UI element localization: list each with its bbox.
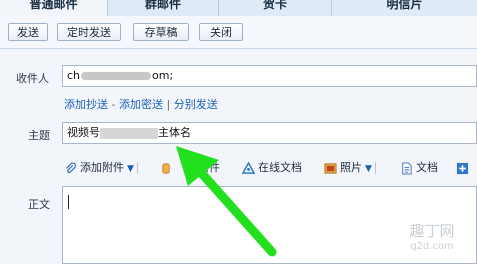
photo-label: 照片 bbox=[340, 161, 362, 174]
toolbar-divider bbox=[136, 162, 138, 174]
chevron-down-icon[interactable]: ▼ bbox=[365, 161, 372, 177]
tab-postcard[interactable]: 明信片 bbox=[332, 0, 477, 16]
plus-icon bbox=[456, 162, 469, 174]
subject-label: 主题 bbox=[28, 129, 50, 142]
subject-field[interactable]: 视频号 主体名 bbox=[62, 122, 477, 144]
tab-greeting-card[interactable]: 贺卡 bbox=[219, 0, 332, 16]
more-tool-button[interactable] bbox=[456, 160, 472, 176]
large-attachment-icon bbox=[162, 162, 170, 174]
photo-icon bbox=[324, 162, 337, 174]
scheduled-send-button[interactable]: 定时发送 bbox=[57, 23, 121, 41]
recipient-value-end: om; bbox=[152, 69, 174, 82]
recipient-label: 收件人 bbox=[16, 72, 49, 85]
recipient-field[interactable]: ch om; bbox=[62, 65, 477, 87]
link-separator-bar: | bbox=[166, 98, 171, 111]
online-doc-icon bbox=[242, 161, 255, 174]
link-separator-dash: - bbox=[111, 98, 116, 111]
document-icon bbox=[402, 161, 412, 175]
body-label: 正文 bbox=[28, 198, 50, 211]
watermark-line1: 趣丁网 bbox=[409, 222, 455, 240]
close-button[interactable]: 关闭 bbox=[199, 23, 243, 41]
send-button[interactable]: 发送 bbox=[8, 23, 48, 41]
recipient-value-start: ch bbox=[67, 69, 81, 82]
tab-group-mail[interactable]: 群邮件 bbox=[108, 0, 219, 16]
text-cursor bbox=[68, 195, 69, 209]
document-label: 文档 bbox=[416, 161, 438, 174]
add-attachment-label: 添加附件 bbox=[80, 161, 124, 174]
subject-redaction bbox=[100, 127, 158, 139]
recipient-links: 添加抄送 - 添加密送 | 分别发送 bbox=[64, 96, 218, 112]
add-attachment-button[interactable]: 添加附件 ▼ bbox=[64, 160, 138, 176]
paperclip-icon bbox=[66, 162, 77, 173]
watermark-line2: q2d.com bbox=[410, 241, 454, 252]
subject-value-start: 视频号 bbox=[67, 126, 100, 139]
site-watermark: 趣丁网 q2d.com bbox=[401, 220, 463, 258]
toolbar-divider bbox=[374, 162, 376, 174]
large-attachment-label: 附件 bbox=[198, 161, 220, 174]
compose-type-tabs: 普通邮件 群邮件 贺卡 明信片 bbox=[0, 0, 477, 16]
recipient-redaction bbox=[81, 72, 152, 80]
add-cc-link[interactable]: 添加抄送 bbox=[64, 98, 108, 111]
compose-toolbar: 发送 定时发送 存草稿 关闭 bbox=[0, 16, 477, 49]
large-attachment-button[interactable]: 附件 bbox=[160, 160, 220, 176]
document-button[interactable]: 文档 bbox=[400, 160, 438, 176]
online-doc-button[interactable]: 在线文档 bbox=[242, 160, 302, 176]
chevron-down-icon[interactable]: ▼ bbox=[127, 161, 134, 177]
tab-normal-mail[interactable]: 普通邮件 bbox=[0, 0, 108, 16]
subject-value-end: 主体名 bbox=[158, 126, 191, 139]
online-doc-label: 在线文档 bbox=[258, 161, 302, 174]
add-bcc-link[interactable]: 添加密送 bbox=[119, 98, 163, 111]
save-draft-button[interactable]: 存草稿 bbox=[133, 23, 189, 41]
separate-send-link[interactable]: 分别发送 bbox=[174, 98, 218, 111]
photo-button[interactable]: 照片 ▼ bbox=[324, 160, 376, 176]
